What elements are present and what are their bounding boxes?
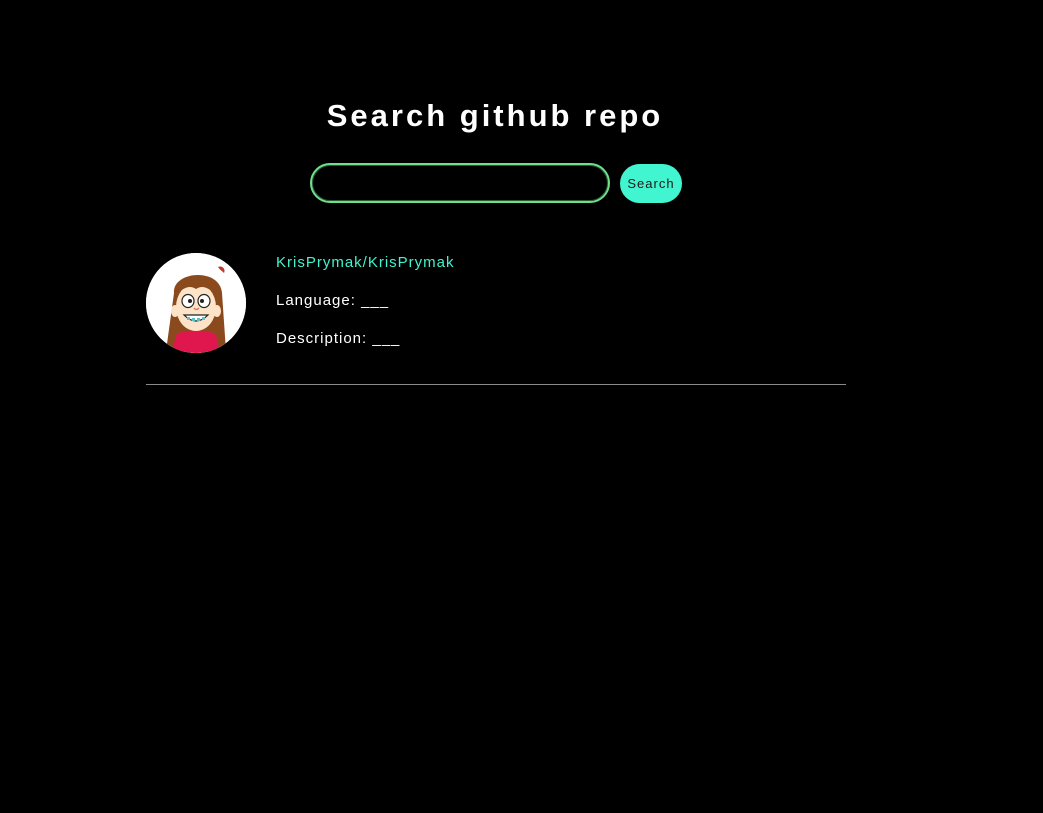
page-title: Search github repo xyxy=(326,98,664,133)
search-button[interactable]: Search xyxy=(620,163,682,203)
description-value: ___ xyxy=(372,330,401,347)
avatar xyxy=(146,253,246,353)
language-value: ___ xyxy=(361,292,390,309)
search-form: Search xyxy=(310,163,682,203)
description-label: Description: xyxy=(276,330,368,347)
repo-language: Language: ___ xyxy=(276,291,455,311)
repo-list-item: KrisPrymak/KrisPrymak Language: ___ Desc… xyxy=(146,253,846,385)
page: Search github repo Search KrisPrymak/Kri… xyxy=(0,0,1043,813)
cartoon-girl-avatar-icon xyxy=(146,253,246,353)
repo-name-link[interactable]: KrisPrymak/KrisPrymak xyxy=(276,253,455,273)
search-input[interactable] xyxy=(310,163,610,203)
repo-info: KrisPrymak/KrisPrymak Language: ___ Desc… xyxy=(276,253,455,349)
repo-description: Description: ___ xyxy=(276,329,455,349)
language-label: Language: xyxy=(276,292,356,309)
